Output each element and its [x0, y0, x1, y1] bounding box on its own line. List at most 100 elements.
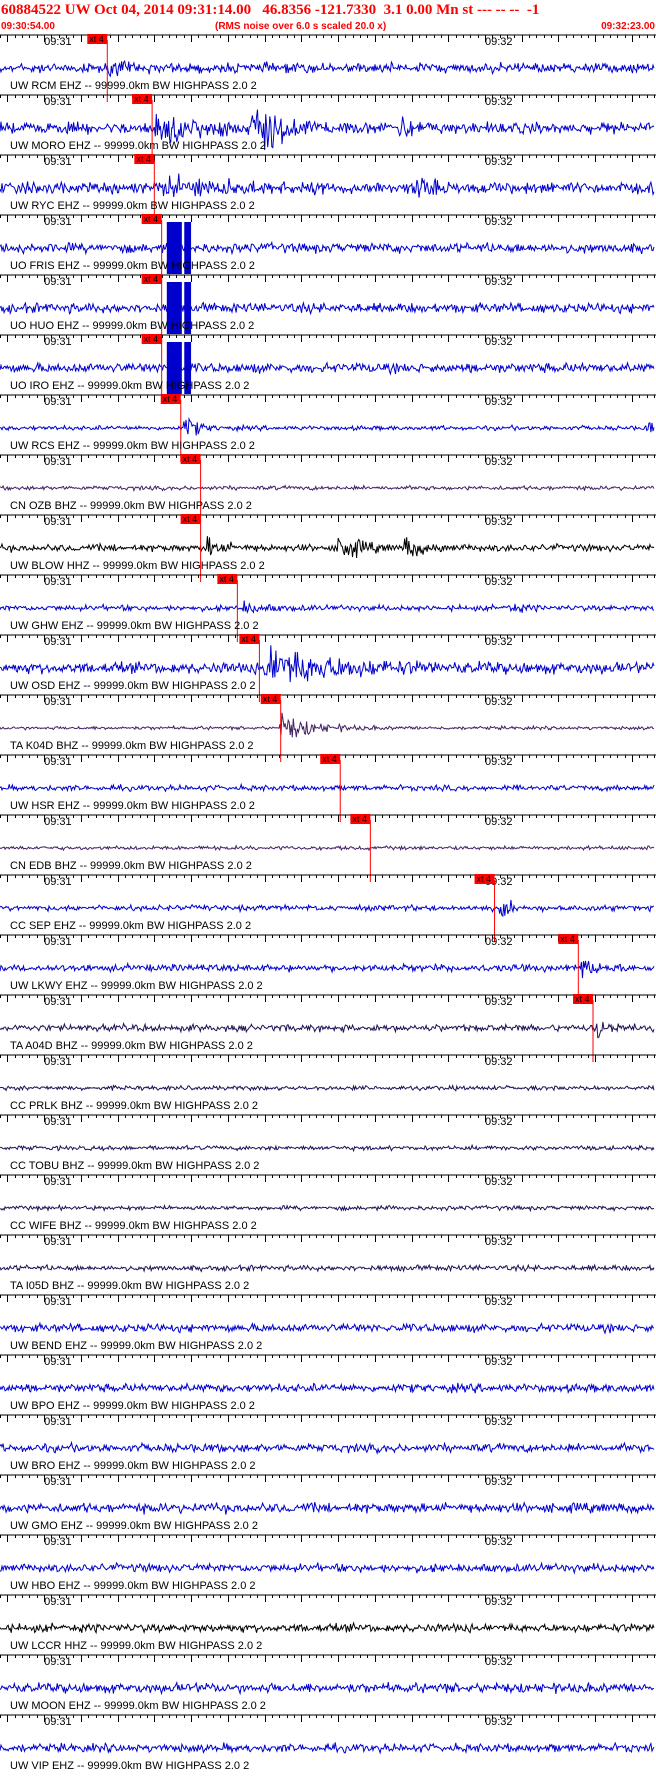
axis-ticks	[0, 695, 655, 702]
axis-ticks	[0, 1055, 655, 1062]
waveform	[0, 416, 655, 436]
pick-label: xt 4	[163, 394, 178, 404]
station-label: UO IRO EHZ -- 99999.0km BW HIGHPASS 2.0 …	[10, 380, 249, 392]
axis-ticks	[0, 635, 655, 642]
waveform	[0, 1143, 655, 1153]
minute-tick-label: 09:31	[44, 96, 72, 108]
waveform	[0, 240, 655, 256]
pick-label: xt 4	[144, 334, 159, 344]
pick-label: xt 4	[322, 754, 337, 764]
station-label: UO FRIS EHZ -- 99999.0km BW HIGHPASS 2.0…	[10, 260, 255, 272]
trace-row: 09:31 09:32 xt 4 UW OSD EHZ -- 99999.0km BW…	[0, 634, 656, 702]
minute-tick-label: 09:31	[44, 1476, 72, 1488]
minute-tick-label: 09:31	[44, 996, 72, 1008]
station-label: UW GHW EHZ -- 99999.0km BW HIGHPASS 2.0 …	[10, 620, 259, 632]
station-label: UW RCM EHZ -- 99999.0km BW HIGHPASS 2.0 …	[10, 80, 257, 92]
trace-row: 09:31 09:32 xt 4 UW MORO EHZ -- 99999.0km B…	[0, 94, 656, 162]
waveform	[0, 645, 655, 683]
minute-tick-label: 09:31	[44, 36, 72, 48]
minute-tick-label: 09:32	[485, 336, 513, 348]
end-time: 09:32:23.00	[601, 21, 655, 32]
trace-row: 09:31 09:32 xt 4 UO FRIS EHZ -- 99999.0km B…	[0, 214, 656, 282]
station-label: CN EDB BHZ -- 99999.0km BW HIGHPASS 2.0 …	[10, 860, 252, 872]
minute-tick-label: 09:32	[485, 1296, 513, 1308]
waveform	[0, 899, 654, 918]
minute-tick-label: 09:32	[485, 1656, 513, 1668]
trace-row: 09:31 09:32 UW HBO EHZ -- 99999.0km BW HIG…	[0, 1534, 656, 1592]
waveform	[0, 782, 655, 793]
minute-tick-label: 09:32	[485, 156, 513, 168]
minute-tick-label: 09:32	[485, 216, 513, 228]
waveform	[0, 1440, 655, 1455]
trace-row: 09:31 09:32 xt 4 CN OZB BHZ -- 99999.0km BW…	[0, 454, 656, 522]
minute-tick-label: 09:31	[44, 876, 72, 888]
station-label: UW BEND EHZ -- 99999.0km BW HIGHPASS 2.0…	[10, 1340, 262, 1352]
station-label: UW GMO EHZ -- 99999.0km BW HIGHPASS 2.0 …	[10, 1520, 258, 1532]
pick-label: xt 4	[477, 874, 492, 884]
axis-ticks	[0, 1595, 655, 1602]
trace-row: 09:31 09:32 xt 4 UW RCS EHZ -- 99999.0km BW…	[0, 394, 656, 462]
minute-tick-label: 09:31	[44, 1656, 72, 1668]
waveform	[0, 1263, 655, 1273]
pick-label: xt 4	[219, 574, 234, 584]
minute-tick-label: 09:31	[44, 1176, 72, 1188]
station-label: TA K04D BHZ -- 99999.0km BW HIGHPASS 2.0…	[10, 740, 254, 752]
pick-label: xt 4	[241, 634, 256, 644]
pick-label: xt 4	[352, 814, 367, 824]
trace-row: 09:31 09:32 UW GMO EHZ -- 99999.0km BW HIG…	[0, 1474, 656, 1532]
axis-ticks	[0, 1535, 655, 1542]
trace-row: 09:31 09:32 xt 4 TA A04D BHZ -- 99999.0km B…	[0, 994, 656, 1062]
station-label: TA A04D BHZ -- 99999.0km BW HIGHPASS 2.0…	[10, 1040, 253, 1052]
trace-row: 09:31 09:32 UW BPO EHZ -- 99999.0km BW HIG…	[0, 1354, 656, 1412]
station-label: UW OSD EHZ -- 99999.0km BW HIGHPASS 2.0 …	[10, 680, 256, 692]
axis-ticks	[0, 1175, 655, 1182]
trace-row: 09:31 09:32xt 4CC SEP EHZ -- 99999.0km BW…	[0, 874, 656, 942]
minute-tick-label: 09:31	[44, 1416, 72, 1428]
minute-tick-label: 09:31	[44, 1716, 72, 1728]
trace-row: 09:31 09:32 TA I05D BHZ -- 99999.0km BW HI…	[0, 1234, 656, 1292]
minute-tick-label: 09:32	[485, 1716, 513, 1728]
station-label: CC PRLK BHZ -- 99999.0km BW HIGHPASS 2.0…	[10, 1100, 258, 1112]
trace-row: 09:31 09:32 xt 4 CN EDB BHZ -- 99999.0km BW…	[0, 814, 656, 882]
minute-tick-label: 09:31	[44, 336, 72, 348]
minute-tick-label: 09:32	[485, 1416, 513, 1428]
minute-tick-label: 09:31	[44, 276, 72, 288]
trace-row: 09:31 09:32 CC WIFE BHZ -- 99999.0km BW HI…	[0, 1174, 656, 1232]
trace-row: 09:31 09:32 xt 4 TA K04D BHZ -- 99999.0km B…	[0, 694, 656, 762]
pick-label: xt 4	[263, 694, 278, 704]
minute-tick-label: 09:31	[44, 696, 72, 708]
pick-label: xt 4	[134, 94, 149, 104]
minute-tick-label: 09:32	[485, 1116, 513, 1128]
axis-ticks	[0, 1235, 655, 1242]
minute-tick-label: 09:32	[485, 696, 513, 708]
minute-tick-label: 09:32	[485, 456, 513, 468]
waveform	[0, 1381, 655, 1395]
minute-tick-label: 09:31	[44, 1296, 72, 1308]
minute-tick-label: 09:31	[44, 456, 72, 468]
station-label: UW LCCR HHZ -- 99999.0km BW HIGHPASS 2.0…	[10, 1640, 262, 1652]
axis-ticks	[0, 215, 655, 222]
station-label: UW LKWY EHZ -- 99999.0km BW HIGHPASS 2.0…	[10, 980, 263, 992]
station-label: UW BRO EHZ -- 99999.0km BW HIGHPASS 2.0 …	[10, 1460, 256, 1472]
trace-row: 09:31 09:32 CC TOBU BHZ -- 99999.0km BW HI…	[0, 1114, 656, 1172]
waveform	[0, 360, 655, 376]
trace-row: 09:31 09:32 CC PRLK BHZ -- 99999.0km BW HI…	[0, 1054, 656, 1112]
axis-ticks	[0, 275, 655, 282]
axis-ticks	[0, 1295, 655, 1302]
waveform	[0, 484, 655, 492]
station-label: UW HBO EHZ -- 99999.0km BW HIGHPASS 2.0 …	[10, 1580, 256, 1592]
trace-row: 09:31 09:32 xt 4 UO HUO EHZ -- 99999.0km BW…	[0, 274, 656, 342]
pick-label: xt 4	[183, 454, 198, 464]
minute-tick-label: 09:32	[485, 816, 513, 828]
axis-ticks	[0, 1115, 655, 1122]
waveform	[0, 1501, 655, 1515]
waveform	[0, 1561, 655, 1575]
station-label: UW HSR EHZ -- 99999.0km BW HIGHPASS 2.0 …	[10, 800, 255, 812]
pick-label: xt 4	[183, 514, 198, 524]
minute-tick-label: 09:31	[44, 1236, 72, 1248]
trace-row: 09:31 09:32 UW BRO EHZ -- 99999.0km BW HIG…	[0, 1414, 656, 1472]
axis-ticks	[0, 95, 655, 102]
time-range-bar: 09:30:54.00 (RMS noise over 6.0 s scaled…	[0, 20, 656, 34]
minute-tick-label: 09:32	[485, 996, 513, 1008]
trace-row: 09:31 09:32 UW VIP EHZ -- 99999.0km BW HIG…	[0, 1714, 656, 1772]
